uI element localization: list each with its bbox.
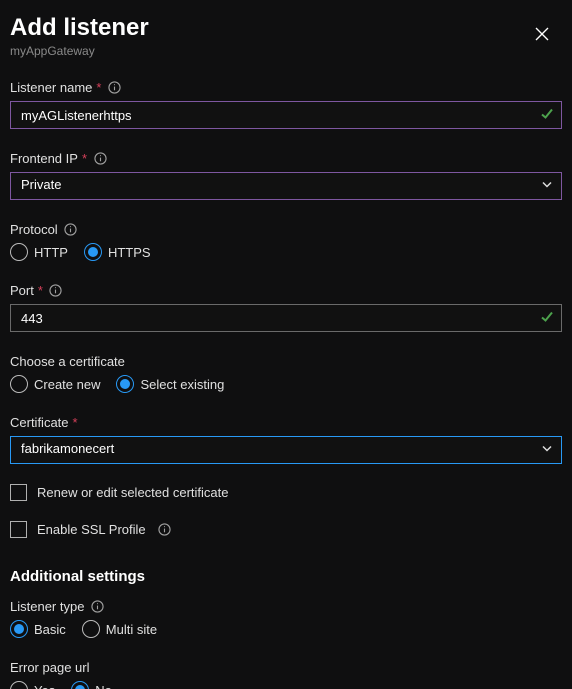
frontend-ip-select[interactable]: Private [10,172,562,200]
page-title: Add listener [10,14,149,42]
certificate-label: Certificate* [10,415,562,430]
port-input[interactable] [10,304,562,332]
info-icon[interactable] [107,81,121,95]
frontend-ip-label: Frontend IP* [10,151,562,166]
listener-type-label: Listener type [10,599,562,614]
select-existing-radio[interactable]: Select existing [116,375,224,393]
protocol-label: Protocol [10,222,562,237]
protocol-https-radio[interactable]: HTTPS [84,243,151,261]
listener-type-multi-radio[interactable]: Multi site [82,620,157,638]
enable-ssl-checkbox[interactable]: Enable SSL Profile [10,521,562,538]
page-subtitle: myAppGateway [10,44,149,58]
listener-name-input[interactable] [10,101,562,129]
listener-name-label: Listener name* [10,80,562,95]
info-icon[interactable] [93,152,107,166]
protocol-http-radio[interactable]: HTTP [10,243,68,261]
create-new-radio[interactable]: Create new [10,375,100,393]
info-icon[interactable] [64,223,78,237]
certificate-select[interactable]: fabrikamonecert [10,436,562,464]
renew-cert-checkbox[interactable]: Renew or edit selected certificate [10,484,562,501]
error-page-yes-radio[interactable]: Yes [10,681,55,689]
listener-type-basic-radio[interactable]: Basic [10,620,66,638]
info-icon[interactable] [90,600,104,614]
check-icon [540,310,554,327]
additional-settings-heading: Additional settings [10,568,562,585]
info-icon[interactable] [49,284,63,298]
choose-cert-label: Choose a certificate [10,354,562,369]
info-icon[interactable] [158,523,172,537]
close-button[interactable] [528,20,556,48]
error-page-no-radio[interactable]: No [71,681,112,689]
port-label: Port* [10,283,562,298]
error-page-label: Error page url [10,660,562,675]
check-icon [540,107,554,124]
